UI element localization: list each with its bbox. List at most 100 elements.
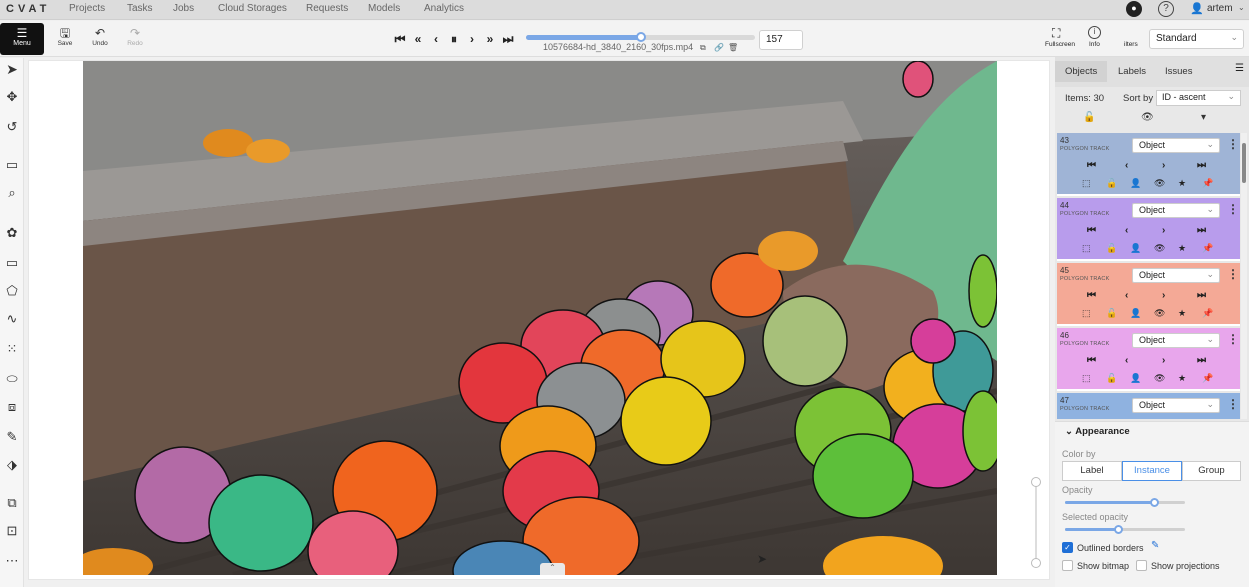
forward-step-icon[interactable]: » bbox=[483, 30, 497, 48]
object-card[interactable]: 45 POLYGON TRACK Object ⌄ ⋮ ⏮ ‹ › ⏭ ⬚ 🔓 👤 👁 ★ 📌 bbox=[1057, 263, 1240, 326]
next-frame-icon[interactable]: › bbox=[465, 30, 479, 48]
zoom-region-icon[interactable]: ⌕ bbox=[3, 184, 21, 202]
tab-labels[interactable]: Labels bbox=[1118, 66, 1146, 77]
object-card[interactable]: 43 POLYGON TRACK Object ⌄ ⋮ ⏮ ‹ › ⏭ ⬚ 🔓 👤 👁 ★ 📌 bbox=[1057, 133, 1240, 196]
nav-analytics[interactable]: Analytics bbox=[424, 3, 464, 14]
fullscreen-label[interactable]: Fullscreen bbox=[1045, 41, 1075, 48]
objects-scrollbar[interactable] bbox=[1241, 133, 1247, 419]
cuboid-icon[interactable]: ⧈ bbox=[3, 398, 21, 416]
last-keyframe-icon[interactable]: ⏭ bbox=[1197, 290, 1206, 301]
last-keyframe-icon[interactable]: ⏭ bbox=[1197, 355, 1206, 366]
points-icon[interactable]: ⁙ bbox=[3, 340, 21, 358]
delete-icon[interactable]: 🗑 bbox=[728, 43, 738, 52]
lock-icon[interactable]: 🔓 bbox=[1106, 373, 1117, 384]
pin-icon[interactable]: 📌 bbox=[1202, 243, 1213, 254]
nav-projects[interactable]: Projects bbox=[69, 3, 105, 14]
show-bitmap-checkbox[interactable] bbox=[1062, 560, 1073, 571]
undo-button[interactable]: ↶ Undo bbox=[85, 26, 115, 47]
last-keyframe-icon[interactable]: ⏭ bbox=[1197, 225, 1206, 236]
lock-icon[interactable]: 🔓 bbox=[1106, 178, 1117, 189]
user-icon[interactable]: 👤 bbox=[1190, 2, 1204, 15]
occluded-icon[interactable]: 👤 bbox=[1130, 308, 1141, 319]
workspace-select[interactable]: Standard ⌄ bbox=[1149, 29, 1244, 49]
object-label-select[interactable]: Object ⌄ bbox=[1132, 398, 1220, 413]
rotate-icon[interactable]: ↺ bbox=[3, 118, 21, 136]
annotation-canvas[interactable] bbox=[83, 61, 997, 575]
color-by-instance-option[interactable]: Instance bbox=[1122, 461, 1182, 481]
pin-icon[interactable]: 📌 bbox=[1202, 308, 1213, 319]
lock-all-icon[interactable]: 🔓 bbox=[1083, 112, 1095, 123]
object-card[interactable]: 46 POLYGON TRACK Object ⌄ ⋮ ⏮ ‹ › ⏭ ⬚ 🔓 👤 👁 ★ 📌 bbox=[1057, 328, 1240, 391]
visibility-icon[interactable]: 👁 bbox=[1154, 308, 1165, 319]
keyframe-star-icon[interactable]: ★ bbox=[1178, 243, 1186, 254]
group-icon[interactable]: ⊡ bbox=[3, 522, 21, 540]
redo-button[interactable]: ↷ Redo bbox=[120, 26, 150, 47]
first-keyframe-icon[interactable]: ⏮ bbox=[1087, 160, 1096, 171]
visibility-icon[interactable]: 👁 bbox=[1154, 243, 1165, 254]
lock-icon[interactable]: 🔓 bbox=[1106, 308, 1117, 319]
cursor-icon[interactable]: ➤ bbox=[3, 60, 21, 78]
merge-icon[interactable]: ⧉ bbox=[3, 494, 21, 512]
fit-image-icon[interactable]: ▭ bbox=[3, 156, 21, 174]
move-icon[interactable]: ✥ bbox=[3, 88, 21, 106]
ai-tools-icon[interactable]: ✿ bbox=[3, 224, 21, 242]
lock-icon[interactable]: 🔓 bbox=[1106, 243, 1117, 254]
pin-icon[interactable]: 📌 bbox=[1202, 178, 1213, 189]
github-icon[interactable]: ● bbox=[1126, 1, 1142, 17]
hide-all-icon[interactable]: 👁 bbox=[1141, 112, 1154, 123]
tag-icon[interactable]: ⬗ bbox=[3, 456, 21, 474]
nav-jobs[interactable]: Jobs bbox=[173, 3, 194, 14]
next-keyframe-icon[interactable]: › bbox=[1162, 355, 1165, 366]
edit-color-icon[interactable]: ✎ bbox=[1151, 540, 1159, 551]
outside-icon[interactable]: ⬚ bbox=[1082, 243, 1091, 254]
appearance-header[interactable]: ⌄ Appearance bbox=[1065, 426, 1130, 437]
object-label-select[interactable]: Object ⌄ bbox=[1132, 333, 1220, 348]
object-menu-icon[interactable]: ⋮ bbox=[1227, 202, 1239, 216]
occluded-icon[interactable]: 👤 bbox=[1130, 178, 1141, 189]
visibility-icon[interactable]: 👁 bbox=[1154, 178, 1165, 189]
zoom-slider-track[interactable] bbox=[1035, 480, 1037, 560]
prev-keyframe-icon[interactable]: ‹ bbox=[1125, 225, 1128, 236]
pause-icon[interactable]: ⏸ bbox=[447, 30, 461, 48]
outside-icon[interactable]: ⬚ bbox=[1082, 373, 1091, 384]
color-by-label-option[interactable]: Label bbox=[1062, 461, 1122, 481]
visibility-icon[interactable]: 👁 bbox=[1154, 373, 1165, 384]
object-menu-icon[interactable]: ⋮ bbox=[1227, 267, 1239, 281]
prev-keyframe-icon[interactable]: ‹ bbox=[1125, 290, 1128, 301]
first-frame-icon[interactable]: ⏮ bbox=[393, 30, 407, 48]
info-label[interactable]: Info bbox=[1089, 41, 1100, 48]
tab-issues[interactable]: Issues bbox=[1165, 66, 1192, 77]
next-keyframe-icon[interactable]: › bbox=[1162, 225, 1165, 236]
outlined-borders-checkbox[interactable]: ✓ bbox=[1062, 542, 1073, 553]
object-menu-icon[interactable]: ⋮ bbox=[1227, 137, 1239, 151]
frame-number-input[interactable]: 157 bbox=[759, 30, 803, 50]
menu-button[interactable]: ☰ Menu bbox=[0, 23, 44, 55]
username[interactable]: artem bbox=[1207, 3, 1233, 14]
ellipse-icon[interactable]: ⬭ bbox=[3, 370, 21, 388]
previous-frame-icon[interactable]: ‹ bbox=[429, 30, 443, 48]
object-menu-icon[interactable]: ⋮ bbox=[1227, 332, 1239, 346]
link-icon[interactable]: 🔗 bbox=[714, 43, 724, 52]
outside-icon[interactable]: ⬚ bbox=[1082, 308, 1091, 319]
first-keyframe-icon[interactable]: ⏮ bbox=[1087, 355, 1096, 366]
show-projections-checkbox[interactable] bbox=[1136, 560, 1147, 571]
collapse-sidebar-icon[interactable]: ☰ bbox=[1235, 63, 1244, 74]
first-keyframe-icon[interactable]: ⏮ bbox=[1087, 290, 1096, 301]
last-keyframe-icon[interactable]: ⏭ bbox=[1197, 160, 1206, 171]
zoom-slider-top-knob[interactable] bbox=[1031, 477, 1041, 487]
save-button[interactable]: 🖫 Save bbox=[50, 26, 80, 47]
rectangle-icon[interactable]: ▭ bbox=[3, 254, 21, 272]
keyframe-star-icon[interactable]: ★ bbox=[1178, 308, 1186, 319]
polygon-icon[interactable]: ⬠ bbox=[3, 282, 21, 300]
fullscreen-icon[interactable]: ⛶ bbox=[1052, 26, 1060, 41]
split-icon[interactable]: ⋯ bbox=[3, 552, 21, 570]
frame-slider[interactable] bbox=[526, 32, 755, 42]
sort-select[interactable]: ID - ascent ⌄ bbox=[1156, 90, 1241, 106]
filters-label[interactable]: ilters bbox=[1124, 41, 1138, 48]
object-label-select[interactable]: Object ⌄ bbox=[1132, 268, 1220, 283]
keyframe-star-icon[interactable]: ★ bbox=[1178, 373, 1186, 384]
info-icon[interactable]: i bbox=[1088, 26, 1101, 39]
last-frame-icon[interactable]: ⏭ bbox=[501, 30, 515, 48]
nav-tasks[interactable]: Tasks bbox=[127, 3, 153, 14]
first-keyframe-icon[interactable]: ⏮ bbox=[1087, 225, 1096, 236]
